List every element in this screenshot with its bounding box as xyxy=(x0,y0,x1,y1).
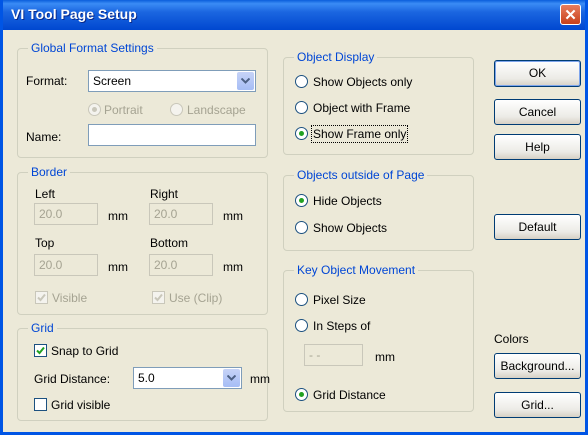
border-top-unit: mm xyxy=(108,260,128,274)
window-title: VI Tool Page Setup xyxy=(11,6,137,22)
cancel-button[interactable]: Cancel xyxy=(494,99,581,125)
object-with-frame-radio[interactable] xyxy=(295,101,308,114)
grid-distance-radio[interactable] xyxy=(295,388,308,401)
show-frame-only-label: Show Frame only xyxy=(310,125,409,143)
key-movement-legend: Key Object Movement xyxy=(294,263,419,277)
border-top-value: 20.0 xyxy=(39,258,63,272)
border-right-label: Right xyxy=(150,187,179,201)
ok-button[interactable]: OK xyxy=(494,60,581,87)
show-objects-label: Show Objects xyxy=(313,221,388,235)
show-frame-only-radio[interactable] xyxy=(295,127,308,140)
border-top-input[interactable]: 20.0 xyxy=(34,254,98,276)
grid-distance-unit: mm xyxy=(250,372,270,386)
grid-distance-select[interactable]: 5.0 xyxy=(133,367,242,389)
pixel-size-radio[interactable] xyxy=(295,293,308,306)
background-button[interactable]: Background... xyxy=(494,353,581,379)
use-clip-checkbox[interactable] xyxy=(152,291,165,304)
format-select-value: Screen xyxy=(93,74,132,88)
hide-objects-radio[interactable] xyxy=(295,194,308,207)
snap-to-grid-checkbox[interactable] xyxy=(34,344,47,357)
portrait-label: Portrait xyxy=(104,103,143,117)
object-with-frame-label: Object with Frame xyxy=(313,101,411,115)
chevron-down-icon[interactable] xyxy=(223,369,240,387)
object-display-legend: Object Display xyxy=(294,50,378,64)
name-field[interactable] xyxy=(88,124,256,146)
steps-input[interactable]: - - xyxy=(304,344,363,366)
ok-button-label: OK xyxy=(528,66,547,80)
show-objects-radio[interactable] xyxy=(295,221,308,234)
border-right-unit: mm xyxy=(223,209,243,223)
format-select[interactable]: Screen xyxy=(88,70,256,92)
visible-label: Visible xyxy=(52,291,88,305)
name-label: Name: xyxy=(26,130,62,144)
border-legend: Border xyxy=(28,165,71,179)
border-bottom-label: Bottom xyxy=(150,236,189,250)
border-left-unit: mm xyxy=(108,209,128,223)
snap-to-grid-label: Snap to Grid xyxy=(51,344,119,358)
colors-label: Colors xyxy=(494,332,529,346)
objects-outside-legend: Objects outside of Page xyxy=(294,168,428,182)
grid-distance-value: 5.0 xyxy=(138,371,155,385)
in-steps-of-radio[interactable] xyxy=(295,319,308,332)
grid-legend: Grid xyxy=(28,321,57,335)
chevron-down-icon[interactable] xyxy=(237,72,254,90)
show-objects-only-radio[interactable] xyxy=(295,75,308,88)
border-right-value: 20.0 xyxy=(154,207,178,221)
background-button-label: Background... xyxy=(500,359,575,373)
visible-checkbox[interactable] xyxy=(35,291,48,304)
border-bottom-unit: mm xyxy=(223,260,243,274)
border-right-input[interactable]: 20.0 xyxy=(149,203,213,225)
default-button-label: Default xyxy=(518,220,557,234)
landscape-label: Landscape xyxy=(187,103,246,117)
objects-outside-group: Objects outside of Page xyxy=(283,168,474,251)
landscape-radio[interactable] xyxy=(170,103,183,116)
portrait-radio[interactable] xyxy=(88,103,101,116)
border-bottom-value: 20.0 xyxy=(154,258,178,272)
cancel-button-label: Cancel xyxy=(518,105,557,119)
border-left-label: Left xyxy=(35,187,56,201)
grid-visible-checkbox[interactable] xyxy=(34,398,47,411)
use-clip-label: Use (Clip) xyxy=(169,291,223,305)
format-label: Format: xyxy=(26,74,68,88)
close-icon[interactable]: ✕ xyxy=(560,4,581,25)
dialog-window: VI Tool Page Setup ✕ Global Format Setti… xyxy=(0,0,588,435)
hide-objects-label: Hide Objects xyxy=(313,194,382,208)
title-bar[interactable]: VI Tool Page Setup ✕ xyxy=(3,0,585,30)
grid-visible-label: Grid visible xyxy=(51,398,111,412)
global-format-legend: Global Format Settings xyxy=(28,41,157,55)
grid-distance-label: Grid Distance: xyxy=(34,372,111,386)
steps-value: - - xyxy=(309,348,321,362)
border-left-input[interactable]: 20.0 xyxy=(34,203,98,225)
border-bottom-input[interactable]: 20.0 xyxy=(149,254,213,276)
grid-color-button[interactable]: Grid... xyxy=(494,392,581,418)
grid-color-button-label: Grid... xyxy=(521,398,554,412)
steps-unit: mm xyxy=(375,350,395,364)
in-steps-of-label: In Steps of xyxy=(313,319,371,333)
help-button[interactable]: Help xyxy=(494,134,581,160)
border-left-value: 20.0 xyxy=(39,207,63,221)
show-objects-only-label: Show Objects only xyxy=(313,75,413,89)
pixel-size-label: Pixel Size xyxy=(313,293,366,307)
help-button-label: Help xyxy=(525,140,550,154)
default-button[interactable]: Default xyxy=(494,214,581,240)
grid-distance-radio-label: Grid Distance xyxy=(313,388,386,402)
border-top-label: Top xyxy=(35,236,55,250)
